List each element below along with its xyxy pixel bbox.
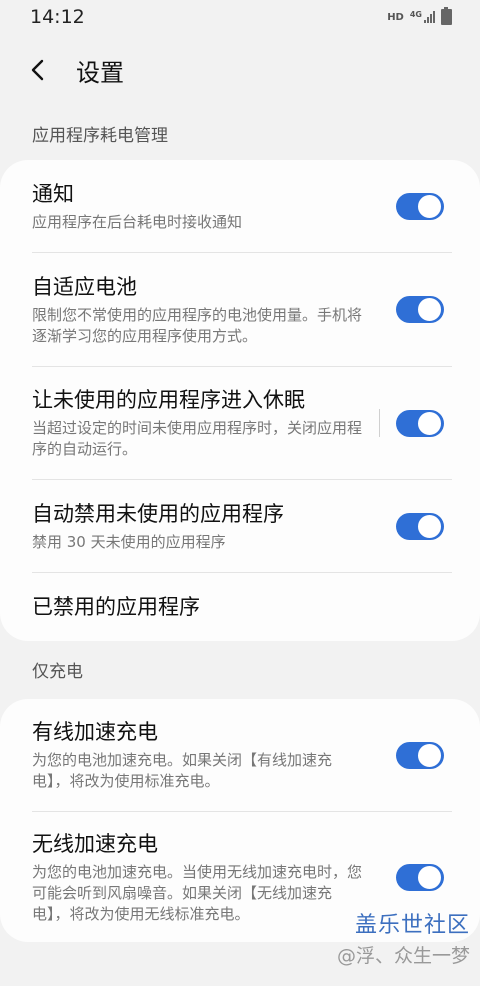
section-header-charging: 仅充电 (32, 662, 83, 682)
settings-card-charging: 有线加速充电 为您的电池加速充电。如果关闭【有线加速充电】，将改为使用标准充电。… (0, 699, 480, 942)
watermark-user: @浮、众生一梦 (336, 945, 470, 967)
status-bar: 14:12 HD 4G (0, 0, 480, 34)
setting-disabled-apps[interactable]: 已禁用的应用程序 (0, 573, 480, 641)
setting-notifications[interactable]: 通知 应用程序在后台耗电时接收通知 (0, 160, 480, 252)
app-bar: 设置 (0, 34, 480, 106)
hd-indicator: HD (387, 11, 404, 23)
settings-card-battery: 通知 应用程序在后台耗电时接收通知 自适应电池 限制您不常使用的应用程序的电池使… (0, 160, 480, 641)
status-time: 14:12 (30, 6, 85, 28)
setting-title: 让未使用的应用程序进入休眠 (32, 388, 305, 412)
watermark: 盖乐世社区 @浮、众生一梦 (337, 907, 470, 968)
sleep-unused-apps-toggle[interactable] (396, 409, 444, 437)
setting-sleep-unused-apps[interactable]: 让未使用的应用程序进入休眠 当超过设定的时间未使用应用程序时，关闭应用程序的自动… (0, 367, 480, 479)
setting-title: 有线加速充电 (32, 720, 158, 744)
page-title: 设置 (76, 58, 124, 87)
setting-wired-fast-charging[interactable]: 有线加速充电 为您的电池加速充电。如果关闭【有线加速充电】，将改为使用标准充电。 (0, 699, 480, 811)
setting-auto-disable-apps[interactable]: 自动禁用未使用的应用程序 禁用 30 天未使用的应用程序 (0, 480, 480, 572)
wireless-fast-charging-toggle[interactable] (396, 863, 444, 891)
setting-title: 已禁用的应用程序 (32, 595, 200, 619)
section-header-battery: 应用程序耗电管理 (32, 126, 168, 146)
auto-disable-apps-toggle[interactable] (396, 512, 444, 540)
battery-icon (441, 7, 452, 25)
wired-fast-charging-toggle[interactable] (396, 741, 444, 769)
setting-subtitle: 当超过设定的时间未使用应用程序时，关闭应用程序的自动运行。 (32, 419, 363, 458)
watermark-brand: 盖乐世社区 (354, 913, 470, 938)
setting-subtitle: 为您的电池加速充电。如果关闭【有线加速充电】，将改为使用标准充电。 (32, 751, 333, 790)
adaptive-battery-toggle[interactable] (396, 296, 444, 323)
notifications-toggle[interactable] (396, 192, 444, 220)
back-button[interactable] (30, 58, 54, 82)
setting-subtitle: 禁用 30 天未使用的应用程序 (32, 532, 226, 551)
vertical-divider (379, 409, 380, 437)
setting-title: 自适应电池 (32, 274, 137, 299)
network-type: 4G (409, 9, 422, 19)
setting-title: 无线加速充电 (32, 831, 158, 856)
setting-subtitle: 限制您不常使用的应用程序的电池使用量。手机将逐渐学习您的应用程序使用方式。 (32, 305, 363, 345)
setting-adaptive-battery[interactable]: 自适应电池 限制您不常使用的应用程序的电池使用量。手机将逐渐学习您的应用程序使用… (0, 253, 480, 366)
setting-subtitle: 为您的电池加速充电。当使用无线加速充电时，您可能会听到风扇噪音。如果关闭【无线加… (32, 862, 363, 923)
setting-subtitle: 应用程序在后台耗电时接收通知 (32, 212, 243, 231)
setting-title: 通知 (32, 181, 74, 206)
setting-title: 自动禁用未使用的应用程序 (32, 501, 284, 526)
status-icons: HD 4G (387, 7, 452, 25)
chevron-left-icon (31, 59, 44, 81)
signal-icon (424, 11, 435, 23)
